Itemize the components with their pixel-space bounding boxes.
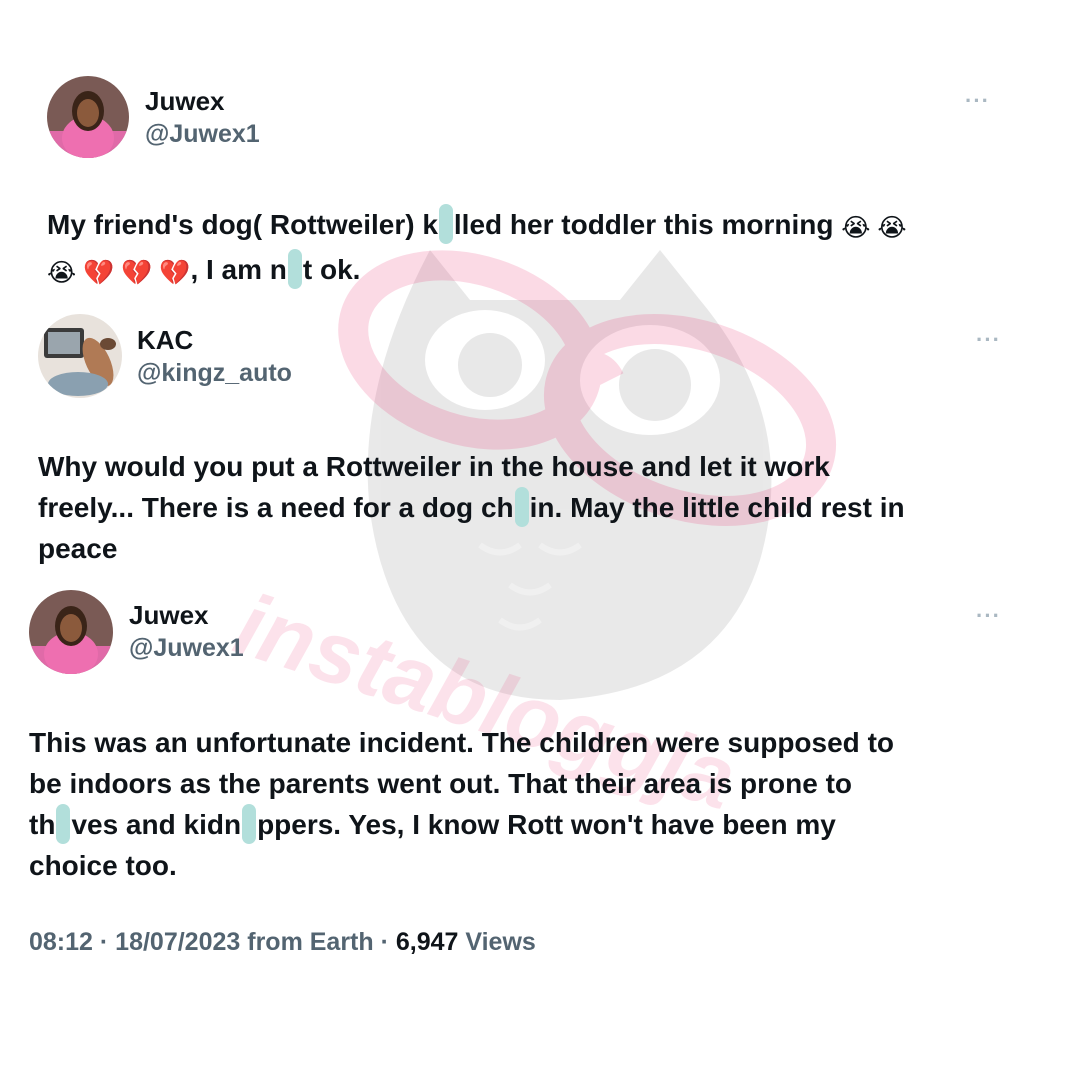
redaction-mark — [514, 487, 529, 527]
tweet-source: from Earth — [240, 928, 374, 956]
redaction-mark — [438, 204, 453, 244]
avatar[interactable] — [38, 314, 122, 398]
views-count[interactable]: 6,947 — [396, 928, 459, 956]
tweet-text: Why would you put a Rottweiler in the ho… — [38, 451, 905, 564]
more-options-icon[interactable]: ··· — [976, 603, 1001, 629]
tweet-text: This was an unfortunate incident. The ch… — [29, 727, 894, 881]
user-handle[interactable]: @kingz_auto — [137, 359, 292, 388]
more-options-icon[interactable]: ··· — [965, 88, 990, 114]
display-name[interactable]: KAC — [137, 325, 193, 356]
avatar[interactable] — [47, 76, 129, 158]
tweet-date[interactable]: 18/07/2023 — [115, 928, 240, 956]
more-options-icon[interactable]: ··· — [976, 327, 1001, 353]
avatar[interactable] — [29, 590, 113, 674]
tweet-time[interactable]: 08:12 — [29, 928, 93, 956]
display-name[interactable]: Juwex — [129, 600, 209, 631]
user-handle[interactable]: @Juwex1 — [145, 120, 260, 149]
emoji-group: 😭 💔 💔 💔 — [47, 259, 191, 287]
redaction-mark — [242, 804, 257, 844]
tweet-text: My friend's dog( Rottweiler) k lled her t… — [47, 204, 1047, 294]
redaction-mark — [56, 804, 71, 844]
views-label: Views — [458, 928, 536, 956]
user-handle[interactable]: @Juwex1 — [129, 634, 244, 663]
emoji-group: 😭 😭 — [841, 214, 907, 242]
redaction-mark — [287, 249, 302, 289]
tweet-metadata: 08:12 · 18/07/2023 from Earth · 6,947 Vi… — [29, 928, 536, 956]
display-name[interactable]: Juwex — [145, 86, 225, 117]
